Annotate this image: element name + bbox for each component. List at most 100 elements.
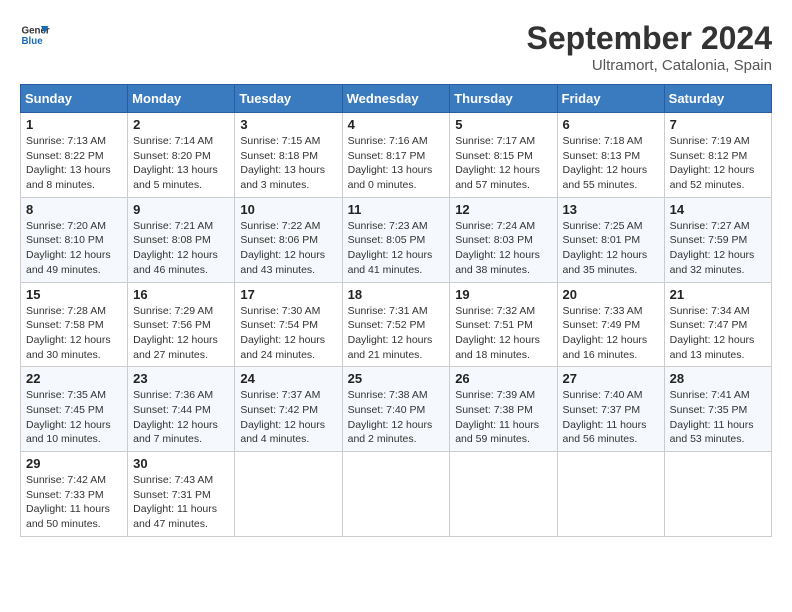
calendar-day-cell: 10 Sunrise: 7:22 AM Sunset: 8:06 PM Dayl… — [235, 197, 342, 282]
daylight-label: Daylight: 12 hours and 7 minutes. — [133, 419, 218, 446]
daylight-label: Daylight: 12 hours and 55 minutes. — [563, 164, 648, 191]
day-info: Sunrise: 7:37 AM Sunset: 7:42 PM Dayligh… — [240, 388, 336, 447]
calendar-day-cell: 14 Sunrise: 7:27 AM Sunset: 7:59 PM Dayl… — [664, 197, 771, 282]
sunset-label: Sunset: 7:40 PM — [348, 404, 426, 416]
day-number: 23 — [133, 371, 229, 386]
day-info: Sunrise: 7:34 AM Sunset: 7:47 PM Dayligh… — [670, 304, 766, 363]
weekday-header-cell: Tuesday — [235, 85, 342, 113]
day-number: 17 — [240, 287, 336, 302]
sunrise-label: Sunrise: 7:32 AM — [455, 305, 535, 317]
calendar-day-cell — [342, 452, 450, 537]
sunrise-label: Sunrise: 7:18 AM — [563, 135, 643, 147]
sunrise-label: Sunrise: 7:24 AM — [455, 220, 535, 232]
sunrise-label: Sunrise: 7:36 AM — [133, 389, 213, 401]
daylight-label: Daylight: 12 hours and 13 minutes. — [670, 334, 755, 361]
day-number: 6 — [563, 117, 659, 132]
day-number: 29 — [26, 456, 122, 471]
sunset-label: Sunset: 8:12 PM — [670, 150, 748, 162]
day-info: Sunrise: 7:32 AM Sunset: 7:51 PM Dayligh… — [455, 304, 551, 363]
daylight-label: Daylight: 11 hours and 47 minutes. — [133, 503, 217, 530]
daylight-label: Daylight: 12 hours and 32 minutes. — [670, 249, 755, 276]
sunset-label: Sunset: 7:42 PM — [240, 404, 318, 416]
calendar-day-cell: 1 Sunrise: 7:13 AM Sunset: 8:22 PM Dayli… — [21, 113, 128, 198]
calendar-day-cell: 26 Sunrise: 7:39 AM Sunset: 7:38 PM Dayl… — [450, 367, 557, 452]
sunrise-label: Sunrise: 7:42 AM — [26, 474, 106, 486]
daylight-label: Daylight: 12 hours and 24 minutes. — [240, 334, 325, 361]
calendar-day-cell: 3 Sunrise: 7:15 AM Sunset: 8:18 PM Dayli… — [235, 113, 342, 198]
sunset-label: Sunset: 7:45 PM — [26, 404, 104, 416]
sunset-label: Sunset: 8:17 PM — [348, 150, 426, 162]
weekday-header-cell: Friday — [557, 85, 664, 113]
day-info: Sunrise: 7:43 AM Sunset: 7:31 PM Dayligh… — [133, 473, 229, 532]
day-number: 28 — [670, 371, 766, 386]
calendar-day-cell: 22 Sunrise: 7:35 AM Sunset: 7:45 PM Dayl… — [21, 367, 128, 452]
sunset-label: Sunset: 7:52 PM — [348, 319, 426, 331]
day-number: 12 — [455, 202, 551, 217]
sunrise-label: Sunrise: 7:13 AM — [26, 135, 106, 147]
day-info: Sunrise: 7:20 AM Sunset: 8:10 PM Dayligh… — [26, 219, 122, 278]
calendar-day-cell: 5 Sunrise: 7:17 AM Sunset: 8:15 PM Dayli… — [450, 113, 557, 198]
calendar-day-cell: 2 Sunrise: 7:14 AM Sunset: 8:20 PM Dayli… — [128, 113, 235, 198]
day-number: 5 — [455, 117, 551, 132]
weekday-header-cell: Wednesday — [342, 85, 450, 113]
sunset-label: Sunset: 7:54 PM — [240, 319, 318, 331]
sunset-label: Sunset: 8:08 PM — [133, 234, 211, 246]
sunrise-label: Sunrise: 7:34 AM — [670, 305, 750, 317]
calendar-day-cell: 9 Sunrise: 7:21 AM Sunset: 8:08 PM Dayli… — [128, 197, 235, 282]
weekday-header-cell: Saturday — [664, 85, 771, 113]
day-info: Sunrise: 7:18 AM Sunset: 8:13 PM Dayligh… — [563, 134, 659, 193]
weekday-header-row: SundayMondayTuesdayWednesdayThursdayFrid… — [21, 85, 772, 113]
sunrise-label: Sunrise: 7:15 AM — [240, 135, 320, 147]
day-info: Sunrise: 7:13 AM Sunset: 8:22 PM Dayligh… — [26, 134, 122, 193]
day-info: Sunrise: 7:39 AM Sunset: 7:38 PM Dayligh… — [455, 388, 551, 447]
day-info: Sunrise: 7:25 AM Sunset: 8:01 PM Dayligh… — [563, 219, 659, 278]
daylight-label: Daylight: 12 hours and 16 minutes. — [563, 334, 648, 361]
day-info: Sunrise: 7:38 AM Sunset: 7:40 PM Dayligh… — [348, 388, 445, 447]
day-number: 7 — [670, 117, 766, 132]
calendar-day-cell — [557, 452, 664, 537]
daylight-label: Daylight: 12 hours and 49 minutes. — [26, 249, 111, 276]
daylight-label: Daylight: 13 hours and 0 minutes. — [348, 164, 433, 191]
sunset-label: Sunset: 8:18 PM — [240, 150, 318, 162]
day-number: 14 — [670, 202, 766, 217]
day-info: Sunrise: 7:40 AM Sunset: 7:37 PM Dayligh… — [563, 388, 659, 447]
calendar-day-cell: 6 Sunrise: 7:18 AM Sunset: 8:13 PM Dayli… — [557, 113, 664, 198]
calendar-day-cell: 11 Sunrise: 7:23 AM Sunset: 8:05 PM Dayl… — [342, 197, 450, 282]
day-number: 24 — [240, 371, 336, 386]
daylight-label: Daylight: 12 hours and 4 minutes. — [240, 419, 325, 446]
day-info: Sunrise: 7:22 AM Sunset: 8:06 PM Dayligh… — [240, 219, 336, 278]
weekday-header-cell: Sunday — [21, 85, 128, 113]
calendar-day-cell — [450, 452, 557, 537]
sunrise-label: Sunrise: 7:35 AM — [26, 389, 106, 401]
day-number: 13 — [563, 202, 659, 217]
sunrise-label: Sunrise: 7:19 AM — [670, 135, 750, 147]
calendar-day-cell: 20 Sunrise: 7:33 AM Sunset: 7:49 PM Dayl… — [557, 282, 664, 367]
day-number: 26 — [455, 371, 551, 386]
day-number: 20 — [563, 287, 659, 302]
day-info: Sunrise: 7:36 AM Sunset: 7:44 PM Dayligh… — [133, 388, 229, 447]
sunrise-label: Sunrise: 7:27 AM — [670, 220, 750, 232]
month-year-title: September 2024 — [527, 20, 772, 57]
daylight-label: Daylight: 12 hours and 41 minutes. — [348, 249, 433, 276]
day-info: Sunrise: 7:23 AM Sunset: 8:05 PM Dayligh… — [348, 219, 445, 278]
sunrise-label: Sunrise: 7:37 AM — [240, 389, 320, 401]
day-number: 27 — [563, 371, 659, 386]
sunset-label: Sunset: 7:59 PM — [670, 234, 748, 246]
page-header: General Blue September 2024 Ultramort, C… — [20, 20, 772, 74]
calendar-body: 1 Sunrise: 7:13 AM Sunset: 8:22 PM Dayli… — [21, 113, 772, 537]
calendar-day-cell: 18 Sunrise: 7:31 AM Sunset: 7:52 PM Dayl… — [342, 282, 450, 367]
sunrise-label: Sunrise: 7:38 AM — [348, 389, 428, 401]
sunrise-label: Sunrise: 7:43 AM — [133, 474, 213, 486]
calendar-day-cell: 16 Sunrise: 7:29 AM Sunset: 7:56 PM Dayl… — [128, 282, 235, 367]
sunset-label: Sunset: 7:58 PM — [26, 319, 104, 331]
sunset-label: Sunset: 7:31 PM — [133, 489, 211, 501]
sunrise-label: Sunrise: 7:28 AM — [26, 305, 106, 317]
sunrise-label: Sunrise: 7:41 AM — [670, 389, 750, 401]
sunrise-label: Sunrise: 7:14 AM — [133, 135, 213, 147]
sunset-label: Sunset: 8:20 PM — [133, 150, 211, 162]
sunset-label: Sunset: 7:51 PM — [455, 319, 533, 331]
daylight-label: Daylight: 13 hours and 5 minutes. — [133, 164, 218, 191]
calendar-table: SundayMondayTuesdayWednesdayThursdayFrid… — [20, 84, 772, 537]
day-number: 22 — [26, 371, 122, 386]
sunset-label: Sunset: 7:33 PM — [26, 489, 104, 501]
